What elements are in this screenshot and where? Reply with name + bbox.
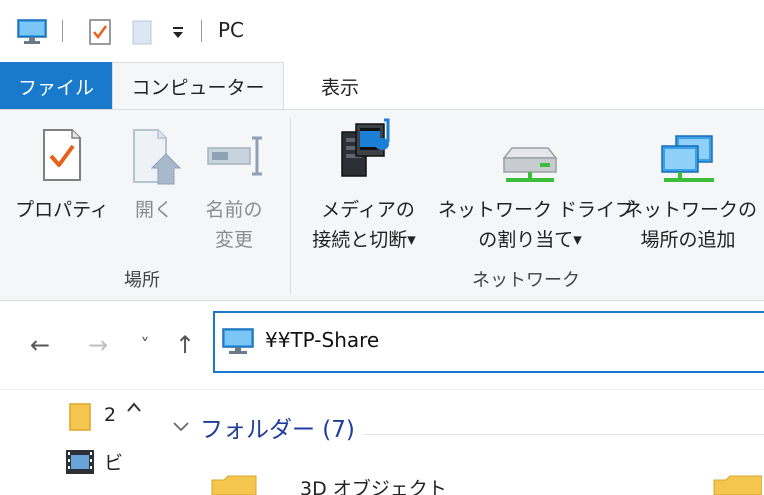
add-network-location-button[interactable]: ネットワークの 場所の追加 — [624, 110, 758, 260]
properties-button[interactable]: プロパティ — [10, 110, 114, 260]
folder-icon — [66, 402, 96, 436]
media-connect-label-line1: メディアの — [321, 199, 415, 221]
properties-icon[interactable] — [88, 18, 112, 46]
group-label-location: 場所 — [124, 270, 160, 291]
open-label: 開く — [134, 199, 173, 221]
add-network-location-label-line2: 場所の追加 — [640, 229, 736, 251]
add-network-location-label-line1: ネットワークの — [624, 199, 758, 221]
computer-icon — [221, 327, 255, 361]
nav-item-label[interactable]: 2 — [104, 404, 116, 426]
properties-icon — [40, 128, 84, 186]
folder-icon — [210, 474, 258, 495]
map-network-drive-label-line1: ネットワーク ドライブ — [438, 199, 635, 221]
section-title[interactable]: フォルダー (7) — [200, 410, 355, 444]
map-network-drive-button[interactable]: ネットワーク ドライブ の割り当て▼ — [438, 110, 635, 260]
customize-dropdown-icon[interactable] — [170, 18, 186, 46]
video-folder-icon — [64, 446, 96, 482]
up-button[interactable]: ↑ — [168, 325, 202, 365]
rename-label-line2: 変更 — [214, 229, 253, 251]
dropdown-arrow-icon: ▼ — [407, 233, 416, 247]
open-icon — [130, 128, 182, 190]
tab-file[interactable]: ファイル — [0, 62, 112, 110]
map-network-drive-label-line2: の割り当て▼ — [478, 229, 582, 251]
dropdown-arrow-icon: ▼ — [573, 233, 582, 247]
address-bar[interactable]: ¥¥TP-Share — [213, 311, 764, 373]
rename-label-line1: 名前の — [205, 199, 263, 221]
tab-view[interactable]: 表示 — [284, 62, 396, 110]
folder-icon — [712, 474, 763, 495]
forward-button[interactable]: → — [80, 325, 116, 365]
section-divider — [364, 434, 764, 435]
group-label-network: ネットワーク — [472, 270, 580, 291]
content-pane: フォルダー (7) 3D オブジェクト — [152, 390, 764, 495]
ribbon: プロパティ 開く 名前の 変更 場所 メディアの 接続と切断▼ ネットワーク ド… — [0, 109, 764, 301]
media-server-icon — [338, 118, 400, 184]
folder-item-label[interactable]: 3D オブジェクト — [300, 474, 447, 495]
tab-computer[interactable]: コンピューター — [112, 62, 284, 110]
separator — [62, 20, 63, 42]
title-bar: PC — [0, 0, 764, 62]
recent-locations-button[interactable]: ˅ — [134, 325, 156, 365]
new-folder-icon[interactable] — [130, 18, 156, 46]
address-text: ¥¥TP-Share — [265, 328, 380, 352]
window-title: PC — [218, 18, 245, 42]
network-location-icon — [658, 132, 718, 192]
group-separator — [290, 118, 291, 294]
network-drive-icon — [498, 142, 560, 192]
back-button[interactable]: ← — [22, 325, 58, 365]
nav-item-label[interactable]: ビ — [104, 448, 123, 475]
rename-icon — [206, 134, 264, 182]
folder-icon — [58, 490, 88, 495]
separator — [201, 20, 202, 42]
rename-button[interactable]: 名前の 変更 — [194, 110, 274, 260]
media-connect-button[interactable]: メディアの 接続と切断▼ — [300, 110, 436, 260]
open-button[interactable]: 開く — [118, 110, 190, 260]
computer-icon[interactable] — [16, 18, 50, 46]
scroll-up-button[interactable] — [122, 398, 146, 422]
media-connect-label-line2: 接続と切断▼ — [312, 229, 416, 251]
ribbon-tabs: ファイル コンピューター 表示 — [0, 62, 764, 110]
chevron-down-icon[interactable] — [172, 418, 190, 437]
properties-label: プロパティ — [15, 199, 109, 221]
